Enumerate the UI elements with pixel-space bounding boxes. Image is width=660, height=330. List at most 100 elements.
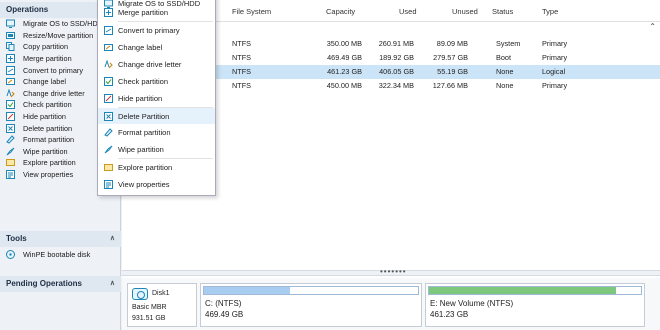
menu-item[interactable]: Check partition	[98, 73, 215, 89]
operation-label: Resize/Move partition	[23, 30, 94, 40]
cell-type: Primary	[542, 81, 568, 90]
menu-item[interactable]: Change label	[98, 39, 215, 55]
convert-primary-icon	[103, 25, 113, 35]
operation-label: Format partition	[23, 135, 75, 145]
copy-partition-icon	[5, 42, 15, 52]
tools-title: Tools	[6, 234, 27, 243]
scroll-up-arrow-icon[interactable]: ⌃	[649, 22, 656, 31]
convert-primary-icon	[5, 65, 15, 75]
hide-partition-icon	[103, 93, 113, 103]
cell-file-system: NTFS	[232, 67, 252, 76]
change-label-icon	[5, 77, 15, 86]
context-menu: Migrate OS to SSD/HDD Merge partition Conv…	[97, 0, 216, 196]
operation-label: Delete partition	[23, 123, 73, 133]
menu-item[interactable]: Delete Partition	[98, 108, 215, 124]
disk-info-box[interactable]: Disk1 Basic MBR 931.51 GB	[127, 283, 197, 327]
operation-label: View properties	[23, 170, 74, 180]
operations-title: Operations	[6, 5, 49, 14]
operation-label: Wipe partition	[23, 146, 68, 156]
column-capacity[interactable]: Capacity	[326, 7, 355, 16]
menu-item-label: Hide partition	[118, 93, 163, 103]
menu-item[interactable]: Format partition	[98, 124, 215, 140]
tool-label: WinPE bootable disk	[23, 250, 91, 260]
menu-item[interactable]: Hide partition	[98, 90, 215, 106]
menu-item-label: Convert to primary	[118, 25, 180, 35]
operation-label: Change drive letter	[23, 88, 85, 98]
wipe-partition-icon	[103, 144, 113, 154]
partition-block-c[interactable]: C: (NTFS) 469.49 GB	[200, 283, 422, 327]
usage-bar	[203, 286, 419, 295]
wipe-partition-icon	[5, 147, 15, 156]
cell-capacity: 469.49 GB	[327, 53, 362, 62]
usage-bar	[428, 286, 642, 295]
menu-item-label: Delete Partition	[118, 111, 170, 121]
operation-label: Copy partition	[23, 42, 69, 52]
partition-block-e[interactable]: E: New Volume (NTFS) 461.23 GB	[425, 283, 645, 327]
menu-item-label: Wipe partition	[118, 144, 164, 154]
cell-capacity: 450.00 MB	[326, 81, 362, 90]
menu-item-label: Change drive letter	[118, 59, 182, 69]
usage-fill	[429, 287, 616, 294]
column-used[interactable]: Used	[399, 7, 417, 16]
menu-separator	[118, 158, 213, 159]
usage-fill	[204, 287, 290, 294]
menu-item[interactable]: Change drive letter	[98, 56, 215, 72]
column-unused[interactable]: Unused	[452, 7, 478, 16]
cell-used: 406.05 GB	[379, 67, 414, 76]
collapse-chevron-icon[interactable]: ∧	[110, 231, 115, 247]
column-status[interactable]: Status	[492, 7, 513, 16]
cell-type: Primary	[542, 53, 568, 62]
partition-label: C: (NTFS)	[205, 299, 242, 308]
delete-partition-icon	[5, 123, 15, 133]
tool-item[interactable]: WinPE bootable disk	[0, 249, 121, 261]
cell-unused: 89.09 MB	[436, 39, 468, 48]
cell-file-system: NTFS	[232, 81, 252, 90]
operation-label: Migrate OS to SSD/HDD	[23, 19, 103, 29]
menu-item-label: View properties	[118, 179, 170, 189]
menu-item[interactable]: Explore partition	[98, 159, 215, 175]
operation-label: Merge partition	[23, 54, 72, 64]
disk-icon	[132, 288, 148, 300]
splitter-grip-icon[interactable]: •••••••	[380, 267, 407, 276]
cell-type: Logical	[542, 67, 566, 76]
menu-item[interactable]: Convert to primary	[98, 22, 215, 38]
delete-partition-icon	[103, 111, 113, 121]
menu-item[interactable]: View properties	[98, 176, 215, 192]
check-partition-icon	[5, 100, 15, 110]
column-file-system[interactable]: File System	[232, 7, 271, 16]
menu-item[interactable]: Merge partition	[98, 4, 215, 20]
cell-type: Primary	[542, 39, 568, 48]
menu-item[interactable]: Wipe partition	[98, 141, 215, 157]
winpe-disk-icon	[5, 250, 15, 260]
cell-status: Boot	[496, 53, 512, 62]
partition-label: E: New Volume (NTFS)	[430, 299, 514, 308]
format-partition-icon	[103, 127, 113, 137]
collapse-chevron-icon[interactable]: ∧	[110, 276, 115, 292]
cell-capacity: 461.23 GB	[327, 67, 362, 76]
tools-list: WinPE bootable disk	[0, 249, 121, 261]
partition-size: 469.49 GB	[205, 310, 244, 319]
change-drive-letter-icon	[103, 59, 113, 69]
menu-separator	[118, 107, 213, 108]
disk-map: Disk1 Basic MBR 931.51 GB C: (NTFS) 469.…	[122, 278, 660, 330]
pending-operations-header[interactable]: Pending Operations ∧	[0, 276, 121, 292]
format-partition-icon	[5, 135, 15, 144]
view-properties-icon	[5, 170, 15, 180]
resize-partition-icon	[5, 31, 15, 40]
tools-header[interactable]: Tools ∧	[0, 231, 121, 247]
cell-status: None	[496, 81, 514, 90]
cell-file-system: NTFS	[232, 39, 252, 48]
pane-splitter[interactable]: •••••••	[122, 267, 660, 276]
cell-unused: 55.19 GB	[437, 67, 468, 76]
partition-size: 461.23 GB	[430, 310, 469, 319]
menu-item-label: Explore partition	[118, 162, 173, 172]
menu-item-label: Merge partition	[118, 7, 169, 17]
view-properties-icon	[103, 179, 113, 189]
explore-partition-icon	[103, 162, 113, 172]
column-type[interactable]: Type	[542, 7, 558, 16]
cell-used: 322.34 MB	[378, 81, 414, 90]
pending-operations-title: Pending Operations	[6, 279, 83, 288]
cell-unused: 127.66 MB	[432, 81, 468, 90]
cell-status: None	[496, 67, 514, 76]
explore-partition-icon	[5, 158, 15, 167]
